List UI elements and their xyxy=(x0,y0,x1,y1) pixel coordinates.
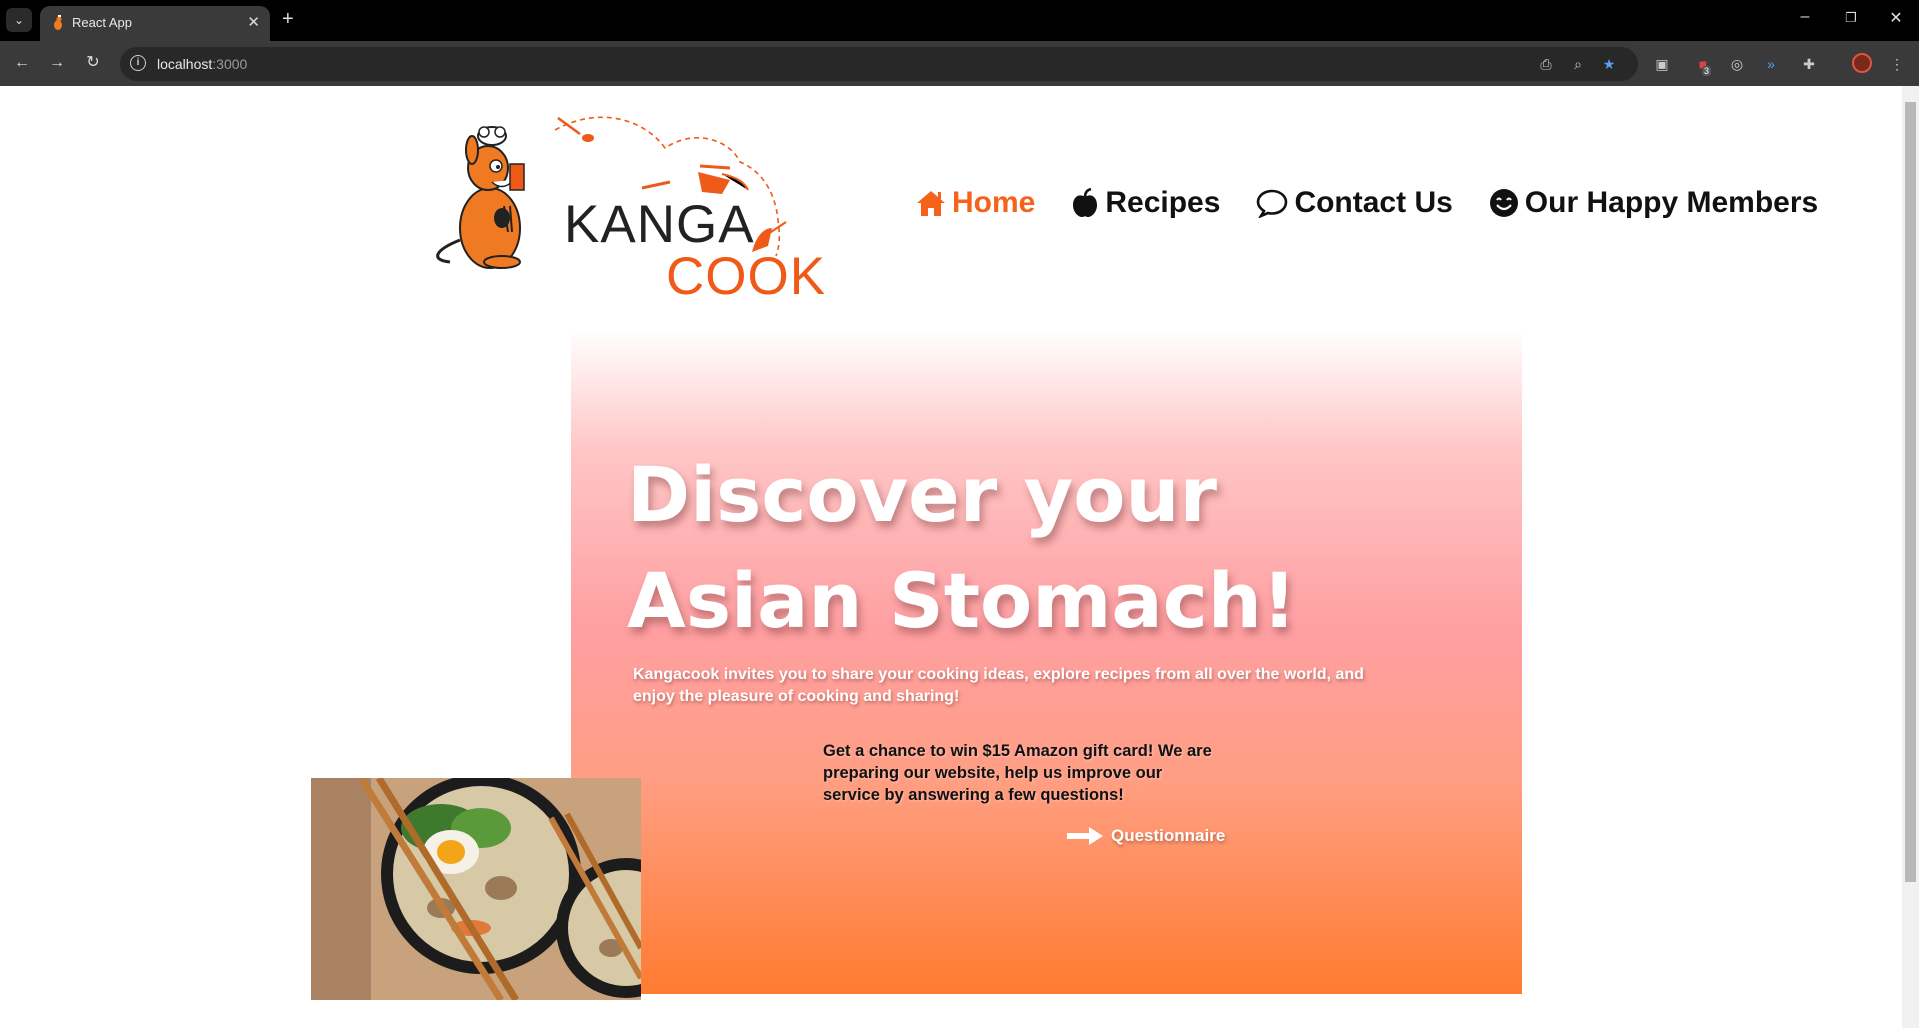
apple-icon xyxy=(1073,188,1098,217)
questionnaire-link[interactable]: Questionnaire xyxy=(1067,826,1225,846)
profile-avatar[interactable] xyxy=(1852,53,1872,73)
nav-members-label: Our Happy Members xyxy=(1524,186,1819,219)
nav-our-happy-members[interactable]: Our Happy Members xyxy=(1489,186,1818,220)
zoom-icon[interactable]: ⌕ xyxy=(1569,55,1587,73)
menu-dots-icon[interactable]: ⋮ xyxy=(1887,54,1907,74)
extension-badge: 3 xyxy=(1702,66,1712,76)
page-viewport: KANGA COOK Home Recipes Contact Us Our H… xyxy=(0,86,1919,1028)
close-window-icon[interactable]: ✕ xyxy=(1881,8,1911,28)
tab-search-button[interactable]: ⌄ xyxy=(6,8,32,32)
glasses-extension-icon[interactable]: ◎ xyxy=(1727,54,1747,74)
speech-bubble-icon xyxy=(1257,189,1288,218)
tab-strip: ⌄ React App ✕ + – ❐ ✕ xyxy=(0,0,1919,41)
hero-banner: Discover your Asian Stomach! Kangacook i… xyxy=(571,330,1522,994)
questionnaire-label: Questionnaire xyxy=(1111,826,1226,845)
puzzle-extensions-icon[interactable]: ✚ xyxy=(1799,54,1819,74)
extension-icon[interactable]: ▣ xyxy=(1652,54,1672,74)
smile-icon xyxy=(1489,189,1518,217)
address-bar[interactable]: i localhost:3000 ⎙ ⌕ ★ xyxy=(120,47,1638,81)
kangaroo-favicon-icon xyxy=(54,15,62,30)
reload-icon[interactable]: ↻ xyxy=(81,51,105,75)
nav-contact-us[interactable]: Contact Us xyxy=(1256,186,1453,220)
home-icon xyxy=(917,191,945,216)
bookmark-star-icon[interactable]: ★ xyxy=(1600,55,1618,73)
scrollbar-thumb[interactable] xyxy=(1905,102,1916,882)
nav-home[interactable]: Home xyxy=(916,186,1035,220)
hero-subtitle: Kangacook invites you to share your cook… xyxy=(633,666,1364,705)
nav-recipes-label: Recipes xyxy=(1105,186,1221,219)
url-text: localhost:3000 xyxy=(157,56,248,72)
hero-title: Discover your Asian Stomach! xyxy=(627,450,1297,645)
minimize-icon[interactable]: – xyxy=(1790,8,1820,26)
back-icon[interactable]: ← xyxy=(10,51,34,75)
gift-card-promo: Get a chance to win $15 Amazon gift card… xyxy=(823,742,1212,804)
new-tab-button[interactable]: + xyxy=(282,8,294,30)
ramen-photo xyxy=(311,778,641,1000)
logo-text-cook: COOK xyxy=(666,247,827,306)
tab-title: React App xyxy=(72,15,132,30)
browser-tab[interactable]: React App ✕ xyxy=(40,6,270,41)
close-tab-icon[interactable]: ✕ xyxy=(247,13,260,31)
restore-icon[interactable]: ❐ xyxy=(1836,10,1866,26)
kangacook-logo[interactable]: KANGA COOK xyxy=(430,110,890,306)
nav-home-label: Home xyxy=(952,186,1036,219)
forward-icon[interactable]: → xyxy=(45,51,69,75)
site-info-icon[interactable]: i xyxy=(130,55,146,71)
audio-extension-icon[interactable]: » xyxy=(1761,54,1781,74)
install-app-icon[interactable]: ⎙ xyxy=(1537,55,1555,73)
main-navigation: Home Recipes Contact Us Our Happy Member… xyxy=(916,178,1854,228)
nav-recipes[interactable]: Recipes xyxy=(1071,186,1220,220)
nav-contact-label: Contact Us xyxy=(1294,186,1453,219)
arrow-right-icon xyxy=(1067,827,1103,845)
browser-toolbar: ← → ↻ i localhost:3000 ⎙ ⌕ ★ xyxy=(0,41,1919,86)
page-scrollbar[interactable] xyxy=(1902,86,1919,1028)
ramen-bowl-image xyxy=(311,778,641,1000)
browser-chrome: ⌄ React App ✕ + – ❐ ✕ ← → ↻ i localhost:… xyxy=(0,0,1919,86)
